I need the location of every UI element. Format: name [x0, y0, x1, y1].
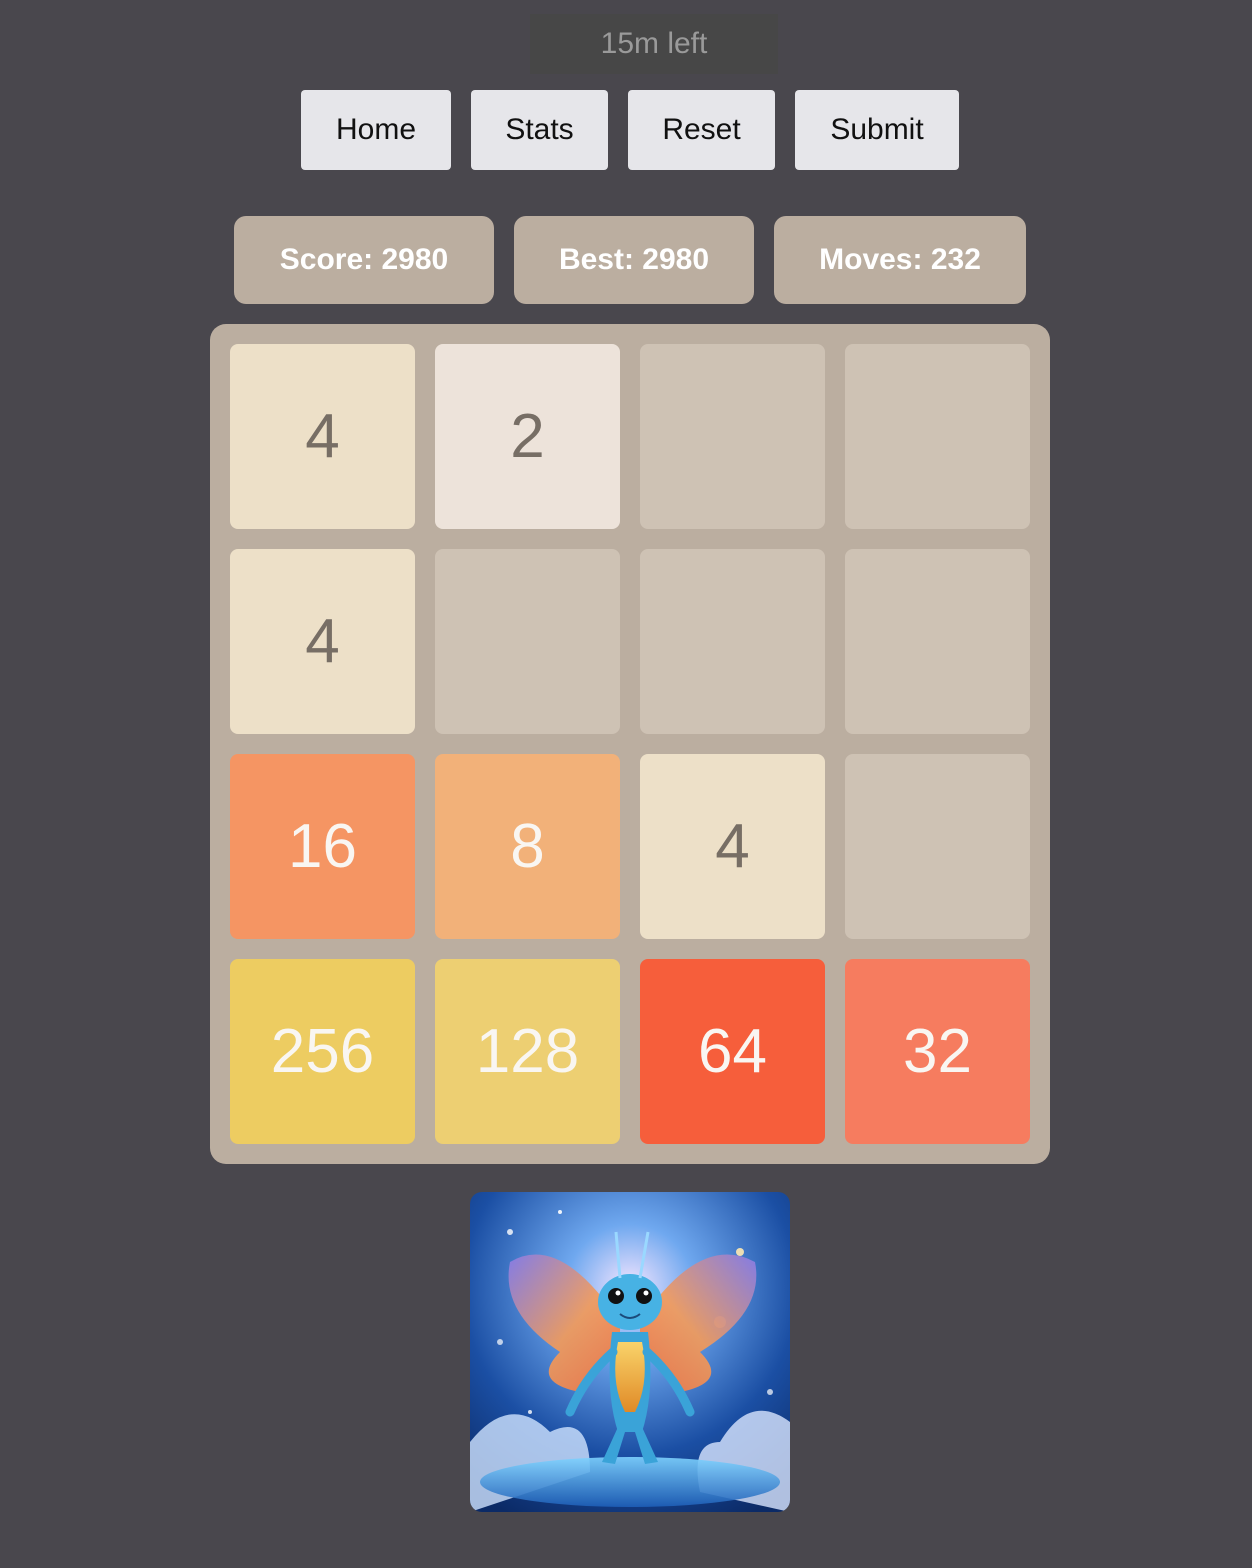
empty-cell	[845, 549, 1030, 734]
empty-cell	[845, 754, 1030, 939]
tile-64: 64	[640, 959, 825, 1144]
home-button[interactable]: Home	[301, 90, 451, 170]
tile-2: 2	[435, 344, 620, 529]
nav-bar: Home Stats Reset Submit	[0, 90, 1252, 170]
empty-cell	[435, 549, 620, 734]
creature-illustration	[470, 1192, 790, 1512]
stats-button[interactable]: Stats	[471, 90, 608, 170]
tile-32: 32	[845, 959, 1030, 1144]
tile-256: 256	[230, 959, 415, 1144]
score-display: Score: 2980	[234, 216, 494, 304]
tile-128: 128	[435, 959, 620, 1144]
tile-4: 4	[230, 344, 415, 529]
tile-4: 4	[640, 754, 825, 939]
tile-4: 4	[230, 549, 415, 734]
time-remaining: 15m left	[530, 14, 778, 74]
best-score-display: Best: 2980	[514, 216, 754, 304]
reset-button[interactable]: Reset	[628, 90, 775, 170]
submit-button[interactable]: Submit	[795, 90, 959, 170]
tile-16: 16	[230, 754, 415, 939]
game-board[interactable]: 4 2 4 16 8 4 256 128 64 32	[210, 324, 1050, 1164]
empty-cell	[845, 344, 1030, 529]
empty-cell	[640, 344, 825, 529]
moves-display: Moves: 232	[774, 216, 1026, 304]
winged-blue-creature-icon	[470, 1192, 790, 1512]
empty-cell	[640, 549, 825, 734]
tile-8: 8	[435, 754, 620, 939]
